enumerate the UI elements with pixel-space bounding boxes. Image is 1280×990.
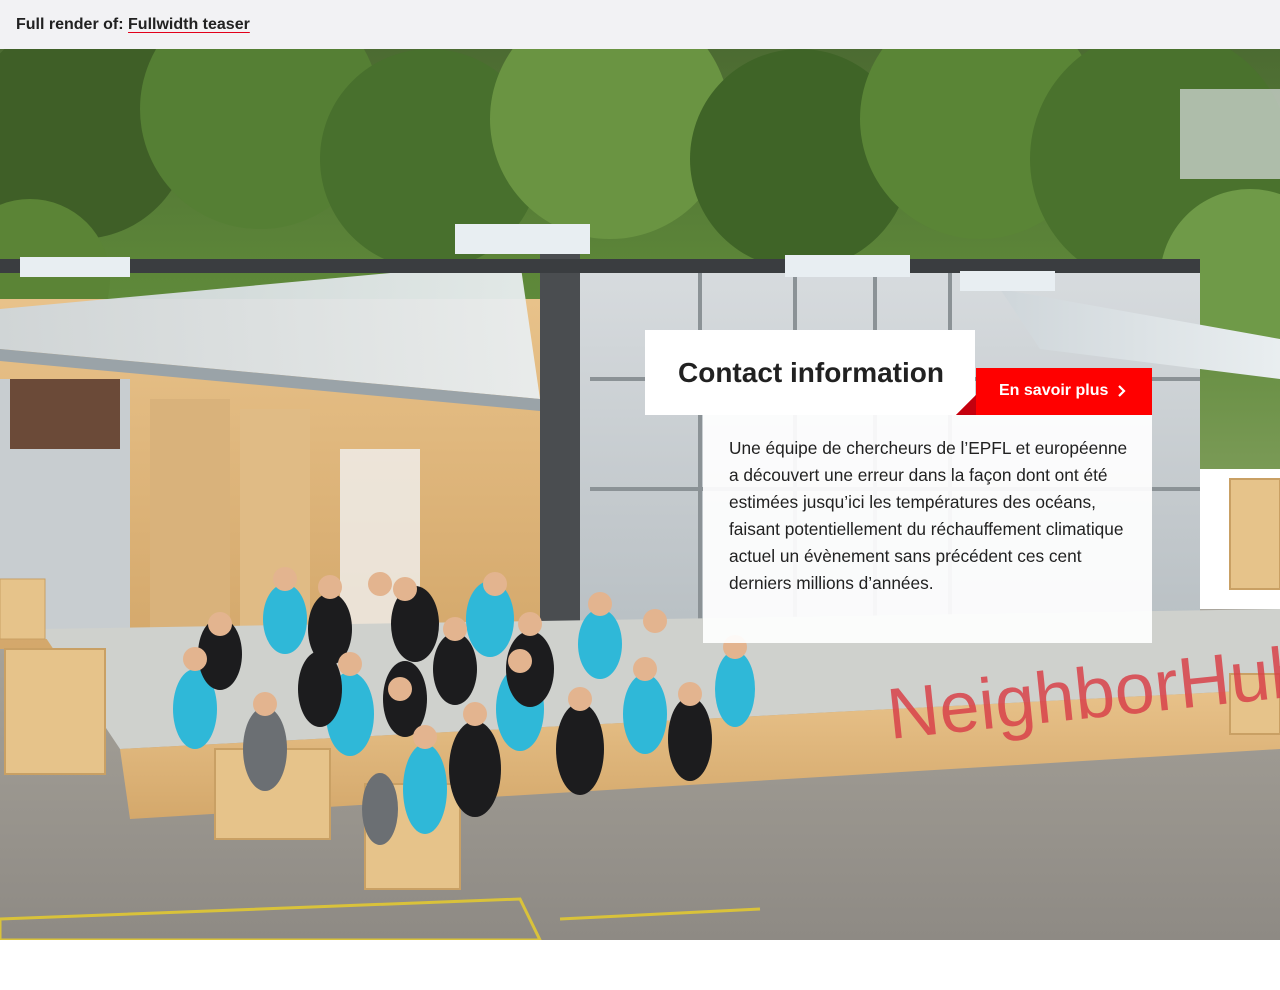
cta-label: En savoir plus: [999, 382, 1109, 399]
render-prefix: Full render of:: [16, 16, 124, 33]
teaser-description-box: Une équipe de chercheurs de l’EPFL et eu…: [703, 415, 1152, 643]
teaser-title-box: Contact information: [645, 330, 975, 415]
render-label: Full render of: Fullwidth teaser: [16, 15, 250, 35]
fullwidth-teaser: NeighborHub Contact information En savoi…: [0, 49, 1280, 940]
teaser-description: Une équipe de chercheurs de l’EPFL et eu…: [729, 438, 1128, 593]
teaser-title: Contact information: [678, 357, 944, 388]
top-bar: Full render of: Fullwidth teaser: [0, 0, 1280, 49]
fullwidth-teaser-link[interactable]: Fullwidth teaser: [128, 16, 250, 33]
en-savoir-plus-button[interactable]: En savoir plus: [956, 368, 1152, 415]
chevron-right-icon: [1118, 385, 1126, 397]
